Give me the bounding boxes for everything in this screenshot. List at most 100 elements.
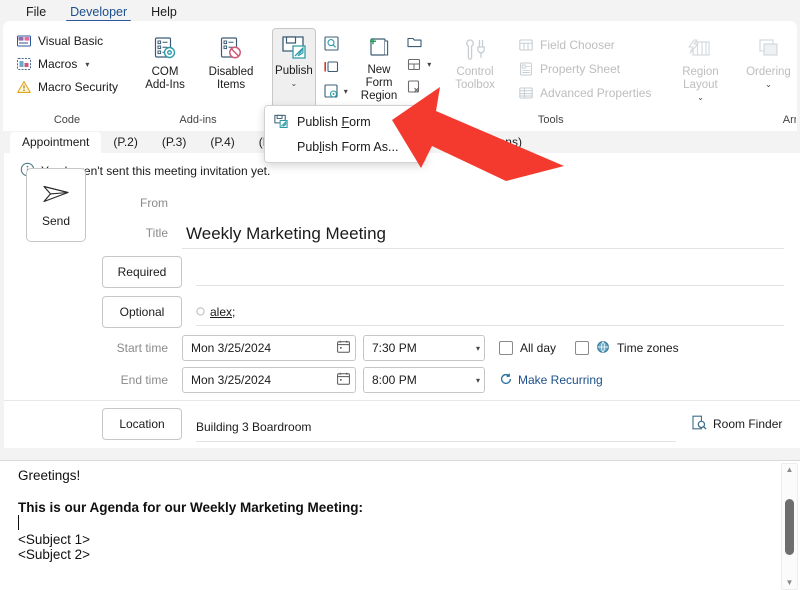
- new-form-region-button[interactable]: New Form Region: [359, 28, 399, 105]
- end-date-value: Mon 3/25/2024: [191, 373, 272, 387]
- scroll-down-arrow-icon[interactable]: ▼: [786, 579, 794, 587]
- globe-icon: [596, 340, 610, 357]
- visual-basic-button[interactable]: Visual Basic: [10, 30, 124, 52]
- region-layout-button[interactable]: Region Layout ⌄: [669, 30, 731, 104]
- required-input[interactable]: [196, 259, 784, 286]
- body-line-5: <Subject 1>: [18, 532, 91, 547]
- control-toolbox-label: Control Toolbox: [455, 66, 495, 91]
- send-button[interactable]: Send: [26, 168, 86, 242]
- control-toolbox-icon: [461, 34, 489, 64]
- ribbon-group-title-code: Code: [53, 114, 81, 126]
- chevron-down-icon[interactable]: ▾: [344, 87, 348, 96]
- send-label: Send: [41, 213, 71, 228]
- com-addins-label: COM Add-Ins: [145, 66, 185, 91]
- all-day-label: All day: [520, 341, 557, 355]
- scrollbar-thumb[interactable]: [785, 498, 794, 555]
- recipient-presence-icon: [196, 305, 205, 319]
- macro-security-label: Macro Security: [38, 80, 119, 94]
- form-settings-icon: [324, 84, 338, 98]
- menu-item-publish-form[interactable]: Publish Form: [265, 109, 425, 134]
- end-date-input[interactable]: Mon 3/25/2024: [182, 367, 356, 393]
- outlook-appointment-window: File Developer Help Visual Basic Macros …: [0, 0, 800, 590]
- location-button[interactable]: Location: [102, 408, 182, 440]
- chevron-down-icon[interactable]: ▾: [476, 344, 480, 353]
- start-date-input[interactable]: Mon 3/25/2024: [182, 335, 356, 361]
- start-time-input[interactable]: 7:30 PM ▾: [363, 335, 485, 361]
- menu-item-publish-form-label: Publish Form: [297, 114, 371, 129]
- page-tab-actions[interactable]: (Actions): [463, 132, 534, 153]
- publish-dropdown-menu: Publish Form Publish Form As...: [264, 105, 426, 163]
- disabled-items-button[interactable]: Disabled Items: [202, 30, 260, 94]
- design-this-form-button[interactable]: [320, 33, 351, 54]
- page-tab-p2[interactable]: (P.2): [101, 132, 149, 153]
- com-addins-icon: [151, 34, 179, 64]
- display-this-page-button[interactable]: [320, 57, 351, 78]
- macros-button[interactable]: Macros ▾: [10, 53, 124, 75]
- new-form-region-icon: [364, 32, 394, 62]
- form-left-edge: [0, 131, 4, 460]
- optional-input[interactable]: alex;: [196, 299, 784, 326]
- publish-button[interactable]: Publish ⌄: [272, 28, 316, 114]
- end-time-label: End time: [120, 373, 168, 387]
- page-tab-appointment[interactable]: Appointment: [10, 132, 102, 153]
- macros-label: Macros: [38, 57, 78, 71]
- chevron-down-icon[interactable]: ▾: [476, 376, 480, 385]
- new-form-region-label: New Form Region: [360, 64, 398, 102]
- body-vertical-scrollbar[interactable]: ▲ ▼: [781, 463, 798, 590]
- start-time-value: 7:30 PM: [372, 341, 417, 355]
- region-layout-icon: [685, 34, 715, 64]
- location-input[interactable]: Building 3 Boardroom: [196, 413, 676, 442]
- macros-icon: [16, 56, 32, 72]
- form-mini-commands: ▾: [320, 28, 351, 102]
- open-form-region-button[interactable]: [403, 33, 434, 52]
- make-recurring-button[interactable]: Make Recurring: [499, 372, 603, 389]
- optional-button[interactable]: Optional: [102, 296, 182, 328]
- ribbon-tab-developer[interactable]: Developer: [58, 4, 139, 22]
- chevron-down-icon[interactable]: ⌄: [291, 80, 298, 88]
- ribbon-group-title-arrange: Arr: [782, 114, 796, 126]
- scroll-up-arrow-icon[interactable]: ▲: [786, 466, 794, 474]
- advanced-properties-label: Advanced Properties: [540, 86, 652, 100]
- field-chooser-button[interactable]: Field Chooser: [512, 34, 657, 56]
- ribbon-tab-file[interactable]: File: [14, 4, 58, 22]
- ribbon-tab-help[interactable]: Help: [139, 4, 189, 22]
- close-form-region-button[interactable]: [403, 77, 434, 96]
- start-date-value: Mon 3/25/2024: [191, 341, 272, 355]
- property-sheet-button[interactable]: Property Sheet: [512, 58, 657, 80]
- required-button[interactable]: Required: [102, 256, 182, 288]
- open-form-region-icon: [407, 37, 422, 48]
- title-input[interactable]: Weekly Marketing Meeting: [182, 218, 784, 249]
- form-settings-button[interactable]: ▾: [320, 81, 351, 102]
- chevron-down-icon[interactable]: ▾: [427, 60, 431, 69]
- room-finder-button[interactable]: Room Finder: [690, 414, 782, 434]
- chevron-down-icon[interactable]: ▾: [85, 60, 89, 69]
- save-form-region-button[interactable]: ▾: [403, 55, 434, 74]
- form-region-mini-commands: ▾: [403, 28, 434, 96]
- chevron-down-icon[interactable]: ⌄: [765, 81, 772, 89]
- message-body-editor[interactable]: Greetings! This is our Agenda for our We…: [0, 460, 800, 590]
- calendar-icon[interactable]: [336, 339, 351, 357]
- control-toolbox-button[interactable]: Control Toolbox: [444, 30, 506, 94]
- all-day-checkbox[interactable]: [499, 341, 513, 355]
- location-label: Location: [119, 417, 165, 431]
- page-tab-p3[interactable]: (P.3): [150, 132, 198, 153]
- send-paperplane-icon: [41, 183, 71, 208]
- ordering-button[interactable]: Ordering ⌄: [737, 30, 796, 91]
- com-addins-button[interactable]: COM Add-Ins: [136, 30, 194, 94]
- menu-item-publish-form-as[interactable]: Publish Form As...: [265, 134, 425, 159]
- visual-basic-label: Visual Basic: [38, 34, 104, 48]
- page-tab-p4[interactable]: (P.4): [198, 132, 246, 153]
- advanced-properties-button[interactable]: Advanced Properties: [512, 82, 657, 104]
- body-line-2: [0, 483, 800, 500]
- display-this-page-icon: [324, 61, 338, 73]
- macro-security-button[interactable]: Macro Security: [10, 76, 124, 98]
- calendar-icon[interactable]: [336, 371, 351, 389]
- optional-recipient[interactable]: alex;: [210, 305, 235, 319]
- field-chooser-icon: [518, 37, 534, 53]
- recurring-icon: [499, 372, 513, 389]
- time-zones-checkbox[interactable]: [575, 341, 590, 355]
- end-time-value: 8:00 PM: [372, 373, 417, 387]
- end-time-input[interactable]: 8:00 PM ▾: [363, 367, 485, 393]
- ribbon-group-tools: Control Toolbox Field Chooser Property S…: [438, 22, 663, 130]
- chevron-down-icon[interactable]: ⌄: [697, 94, 704, 102]
